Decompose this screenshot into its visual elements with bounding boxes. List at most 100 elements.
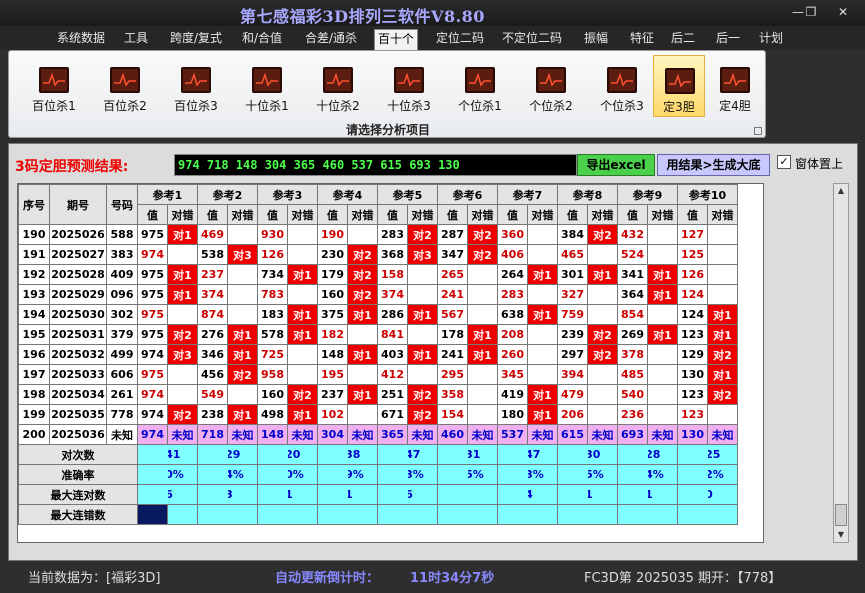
close-button[interactable]: ✕	[832, 4, 854, 20]
prediction-result-cell: 未知	[467, 424, 498, 445]
table-row[interactable]: 196 2025032 499 974 对3 346 对1 725 148 对1 403 对1 241 对…	[18, 344, 738, 365]
stats-spacer	[617, 444, 648, 465]
seq-cell: 191	[18, 244, 50, 265]
stats-value: 11	[587, 484, 618, 505]
scroll-thumb[interactable]	[835, 504, 847, 526]
value-cell: 360	[497, 224, 528, 245]
result-cell	[527, 364, 558, 385]
column-header: 参考5	[377, 184, 438, 205]
value-cell: 283	[377, 224, 408, 245]
vertical-scrollbar[interactable]: ▲ ▼	[833, 183, 849, 543]
table-row[interactable]: 191 2025027 383 974 538 对3 126 230 对2 368 对3 347 对2 4…	[18, 244, 738, 265]
prediction-value-cell: 365	[377, 424, 408, 445]
ribbon-button[interactable]: 个位杀2	[520, 55, 582, 117]
scroll-up-icon[interactable]: ▲	[834, 184, 848, 198]
stats-label: 最大连错数	[18, 504, 138, 525]
table-row[interactable]: 197 2025033 606 975 456 对2 958 195 412 295 345 394 4…	[18, 364, 738, 385]
menu-item[interactable]: 定位二码	[431, 29, 489, 50]
menu-item[interactable]: 合差/通杀	[301, 29, 361, 50]
value-cell: 384	[557, 224, 588, 245]
result-cell	[227, 304, 258, 325]
menu-item[interactable]: 振幅	[579, 29, 613, 50]
result-cell: 对1	[167, 224, 198, 245]
stats-spacer	[257, 444, 288, 465]
result-cell	[287, 224, 318, 245]
ribbon-button[interactable]: 个位杀3	[591, 55, 653, 117]
result-field[interactable]: 974 718 148 304 365 460 537 615 693 130	[174, 154, 577, 176]
menu-item[interactable]: 工具	[121, 29, 151, 50]
ribbon-expand-icon[interactable]	[754, 127, 762, 135]
prediction-row[interactable]: 200 2025036 未知 974 未知 718 未知 148 未知 304 未知 365 未知 460…	[18, 424, 738, 445]
result-cell	[167, 364, 198, 385]
title-bar: 第七感福彩3D排列三软件V8.80 — ❐ ✕	[0, 0, 865, 26]
ribbon-button[interactable]: 百位杀1	[23, 55, 85, 117]
stats-value: 13	[227, 484, 258, 505]
menu-item[interactable]: 系统数据	[53, 29, 109, 50]
ribbon-button[interactable]: 百位杀2	[94, 55, 156, 117]
column-subheader: 值	[377, 204, 408, 225]
chart-icon	[536, 67, 566, 93]
stats-value: 5	[227, 504, 258, 525]
column-subheader: 对错	[527, 204, 558, 225]
menu-item[interactable]: 计划	[756, 29, 786, 50]
value-cell: 237	[197, 264, 228, 285]
value-cell: 124	[677, 304, 708, 325]
result-cell	[407, 364, 438, 385]
menu-item[interactable]: 后二	[667, 29, 699, 50]
table-row[interactable]: 192 2025028 409 975 对1 237 734 对1 179 对2 158 265 264…	[18, 264, 738, 285]
ribbon-button[interactable]: 十位杀2	[307, 55, 369, 117]
stats-spacer	[437, 444, 468, 465]
table-row[interactable]: 199 2025035 778 974 对2 238 对1 498 对1 102 671 对2 154 1…	[18, 404, 738, 425]
stats-value: 64%	[227, 464, 258, 485]
table-row[interactable]: 194 2025030 302 975 874 183 对1 375 对1 286 对1 567 638…	[18, 304, 738, 325]
column-subheader: 对错	[287, 204, 318, 225]
menu-item[interactable]: 百十个	[374, 29, 418, 50]
period-cell: 2025028	[49, 264, 107, 285]
stats-value: 16	[407, 484, 438, 505]
table-row[interactable]: 198 2025034 261 974 549 160 对2 237 对1 251 对2 358 419…	[18, 384, 738, 405]
value-cell: 479	[557, 384, 588, 405]
table-row[interactable]: 193 2025029 096 975 对1 374 783 160 对2 374 241 283 32…	[18, 284, 738, 305]
period-info: FC3D第 2025035 期开：【778】	[584, 571, 782, 586]
column-header: 参考1	[137, 184, 198, 205]
export-excel-button[interactable]: 导出excel	[577, 154, 655, 176]
ribbon-button[interactable]: 个位杀1	[449, 55, 511, 117]
stats-spacer	[257, 504, 288, 525]
menu-item[interactable]: 不定位二码	[499, 29, 565, 50]
table-row[interactable]: 190 2025026 588 975 对1 469 930 190 283 对2 287 对2 360…	[18, 224, 738, 245]
value-cell: 374	[377, 284, 408, 305]
result-cell: 对2	[407, 224, 438, 245]
ribbon-button[interactable]: 定3胆	[653, 55, 705, 117]
value-cell: 230	[317, 244, 348, 265]
generate-base-button[interactable]: 用结果>生成大底	[657, 154, 770, 176]
ribbon-button[interactable]: 十位杀1	[236, 55, 298, 117]
ribbon-button[interactable]: 定4胆	[709, 55, 761, 117]
result-cell: 对1	[287, 304, 318, 325]
ribbon-button[interactable]: 十位杀3	[378, 55, 440, 117]
restore-button[interactable]: ❐	[800, 4, 822, 20]
scroll-down-icon[interactable]: ▼	[834, 528, 848, 542]
result-cell: 对1	[407, 344, 438, 365]
ribbon-button[interactable]: 百位杀3	[165, 55, 227, 117]
prediction-result-cell: 未知	[407, 424, 438, 445]
menu-item[interactable]: 特征	[624, 29, 660, 50]
period-cell: 2025036	[49, 424, 107, 445]
stats-value: 70%	[167, 464, 198, 485]
table-row[interactable]: 195 2025031 379 975 对2 276 对1 578 对1 182 841 178 对1 2…	[18, 324, 738, 345]
result-cell	[707, 284, 738, 305]
result-cell	[287, 344, 318, 365]
result-cell	[707, 244, 738, 265]
menu-item[interactable]: 和/合值	[238, 29, 286, 50]
menu-item[interactable]: 跨度/复式	[165, 29, 227, 50]
code-cell: 383	[106, 244, 138, 265]
period-cell: 2025027	[49, 244, 107, 265]
menu-item[interactable]: 后一	[712, 29, 744, 50]
value-cell: 238	[197, 404, 228, 425]
stats-value: 131	[467, 444, 498, 465]
chart-icon	[720, 67, 750, 93]
result-cell	[347, 364, 378, 385]
topmost-checkbox[interactable]: ✓	[777, 155, 791, 169]
value-cell: 179	[317, 264, 348, 285]
result-cell	[647, 364, 678, 385]
value-cell: 974	[137, 404, 168, 425]
